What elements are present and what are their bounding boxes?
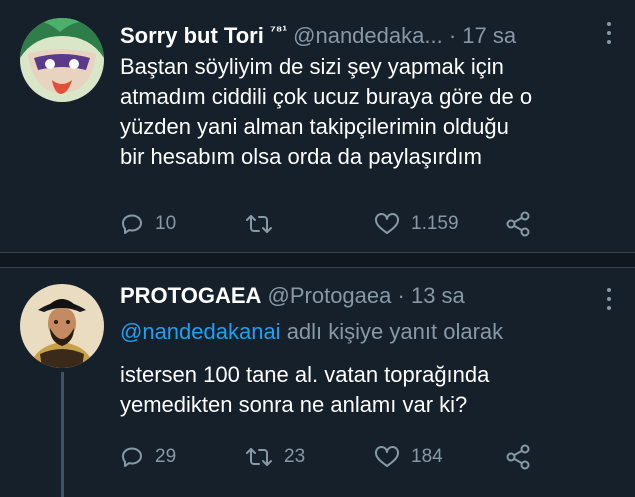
retweet-button[interactable]: 23 bbox=[245, 444, 305, 470]
tweet-text-line: bir hesabım olsa orda da paylaşırdım bbox=[120, 144, 482, 169]
tweet[interactable]: PROTOGAEA @Protogaea · 13 sa @nandedakan… bbox=[0, 268, 635, 497]
timestamp[interactable]: 13 sa bbox=[411, 283, 465, 308]
share-icon bbox=[506, 211, 530, 237]
retweet-count: 23 bbox=[284, 446, 306, 467]
reply-icon bbox=[122, 214, 142, 234]
reply-button[interactable]: 29 bbox=[120, 444, 176, 470]
reply-icon bbox=[122, 447, 142, 467]
like-icon bbox=[375, 446, 399, 467]
name-badge: ⁷⁸¹ bbox=[269, 22, 288, 38]
like-button[interactable]: 1.159 bbox=[374, 211, 459, 237]
display-name[interactable]: Sorry but Tori bbox=[120, 23, 264, 48]
like-button[interactable]: 184 bbox=[374, 444, 443, 470]
reply-context-text: adlı kişiye yanıt olarak bbox=[280, 319, 504, 344]
user-handle[interactable]: @nandedaka... bbox=[293, 23, 443, 48]
separator: · bbox=[397, 283, 405, 308]
display-name[interactable]: PROTOGAEA bbox=[120, 283, 261, 308]
mention-link[interactable]: @nandedakanai bbox=[120, 319, 281, 344]
thread-line bbox=[61, 372, 64, 497]
timestamp[interactable]: 17 sa bbox=[462, 23, 516, 48]
retweet-icon bbox=[246, 448, 272, 466]
tweet-actions: 29 23 184 bbox=[120, 444, 620, 470]
share-icon bbox=[506, 444, 530, 470]
tweet-text: istersen 100 tane al. vatan toprağında y… bbox=[120, 360, 615, 420]
avatar[interactable] bbox=[20, 284, 104, 368]
tweet[interactable]: Sorry but Tori ⁷⁸¹ @nandedaka... · 17 sa… bbox=[0, 0, 635, 252]
tweet-header: PROTOGAEA @Protogaea · 13 sa bbox=[120, 282, 465, 310]
user-handle[interactable]: @Protogaea bbox=[268, 283, 392, 308]
reply-button[interactable]: 10 bbox=[120, 211, 176, 237]
tweet-text-line: istersen 100 tane al. vatan toprağında bbox=[120, 362, 490, 387]
share-button[interactable] bbox=[505, 444, 531, 470]
tweet-divider bbox=[0, 252, 635, 268]
like-count: 1.159 bbox=[411, 213, 459, 234]
tweet-text-line: yüzden yani alman takipçilerimin olduğu bbox=[120, 114, 509, 139]
tweet-text-line: yemedikten sonra ne anlamı var ki? bbox=[120, 392, 468, 417]
tweet-header: Sorry but Tori ⁷⁸¹ @nandedaka... · 17 sa bbox=[120, 16, 516, 50]
tweet-actions: 10 1.159 bbox=[120, 211, 620, 237]
reply-count: 10 bbox=[155, 213, 177, 234]
share-button[interactable] bbox=[505, 211, 531, 237]
retweet-button[interactable] bbox=[245, 211, 284, 237]
tweet-text-line: atmadım ciddili çok ucuz buraya göre de … bbox=[120, 84, 533, 109]
like-count: 184 bbox=[411, 446, 443, 467]
like-icon bbox=[375, 213, 399, 234]
reply-count: 29 bbox=[155, 446, 177, 467]
reply-context: @nandedakanai adlı kişiye yanıt olarak bbox=[120, 318, 503, 346]
separator: · bbox=[448, 23, 457, 48]
avatar[interactable] bbox=[20, 18, 104, 102]
more-icon[interactable] bbox=[605, 22, 613, 44]
tweet-text-line: Baştan söyliyim de sizi şey yapmak için bbox=[120, 54, 504, 79]
tweet-text: Baştan söyliyim de sizi şey yapmak için … bbox=[120, 52, 615, 172]
retweet-icon bbox=[246, 215, 272, 233]
more-icon[interactable] bbox=[605, 288, 613, 310]
